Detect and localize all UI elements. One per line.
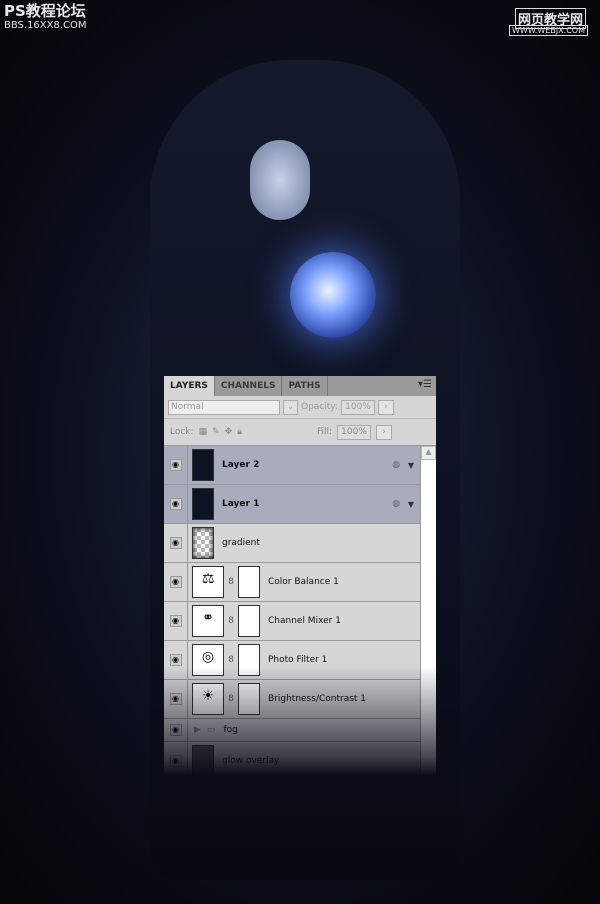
- scrollbar[interactable]: ▲: [420, 446, 436, 776]
- layer-mask[interactable]: [238, 683, 260, 715]
- chevron-down-icon[interactable]: ▼: [408, 500, 414, 509]
- visibility-toggle[interactable]: ◉: [164, 602, 188, 640]
- visibility-toggle[interactable]: ◉: [164, 719, 188, 741]
- camera-icon: ◎: [192, 644, 224, 676]
- tab-channels[interactable]: CHANNELS: [215, 376, 283, 396]
- tab-paths[interactable]: PATHS: [282, 376, 328, 396]
- layer-row[interactable]: ◉ Layer 1 ◍ ▼: [164, 485, 420, 524]
- eye-icon: ◉: [169, 755, 182, 767]
- fill-label: Fill:: [316, 427, 333, 437]
- expand-triangle-icon[interactable]: ▶: [194, 725, 201, 735]
- link-icon[interactable]: 8: [227, 655, 235, 665]
- eye-icon: ◉: [169, 615, 182, 627]
- visibility-toggle[interactable]: ◉: [164, 680, 188, 718]
- layer-row[interactable]: ◉ Layer 2 ◍ ▼: [164, 446, 420, 485]
- eye-icon: ◉: [169, 576, 182, 588]
- sun-icon: ☀: [192, 683, 224, 715]
- layer-row[interactable]: ◉ gradient: [164, 524, 420, 563]
- layer-name: glow overlay: [222, 756, 280, 766]
- link-icon[interactable]: 8: [227, 694, 235, 704]
- lock-all-icon[interactable]: 🔒︎: [237, 427, 242, 437]
- visibility-toggle[interactable]: ◉: [164, 524, 188, 562]
- eye-icon: ◉: [169, 693, 182, 705]
- fill-input[interactable]: 100%: [337, 424, 372, 440]
- watermark-right-url: WWW.WEBJX.COM: [509, 25, 588, 36]
- layer-name: gradient: [222, 538, 260, 548]
- layer-group-row[interactable]: ◉ ▶ ▭ fog: [164, 719, 420, 742]
- layer-row[interactable]: ◉ glow overlay: [164, 742, 420, 781]
- fill-slider-button[interactable]: ›: [376, 424, 393, 440]
- opacity-label: Opacity:: [301, 402, 338, 412]
- layer-name: Layer 2: [222, 460, 260, 470]
- lock-image-icon[interactable]: ✎: [212, 427, 220, 437]
- photo-glowing-orb: [290, 252, 376, 338]
- chevron-down-icon[interactable]: ⌄: [283, 399, 298, 415]
- layer-thumbnail: [192, 527, 214, 559]
- photo-face: [250, 140, 310, 220]
- scales-icon: ⚖: [192, 566, 224, 598]
- layer-mask[interactable]: [238, 644, 260, 676]
- layer-mask[interactable]: [238, 605, 260, 637]
- eye-icon: ◉: [169, 498, 182, 510]
- layer-name: Brightness/Contrast 1: [268, 694, 367, 704]
- layer-name: Layer 1: [222, 499, 260, 509]
- panel-tabs: LAYERS CHANNELS PATHS ▾☰: [164, 376, 436, 396]
- layer-row[interactable]: ◉ ⚖ 8 Color Balance 1: [164, 563, 420, 602]
- layer-name: fog: [223, 725, 238, 735]
- layer-style-icon[interactable]: ◍: [392, 499, 400, 509]
- layer-row[interactable]: ◉ ◎ 8 Photo Filter 1: [164, 641, 420, 680]
- layers-panel: LAYERS CHANNELS PATHS ▾☰ Normal ⌄ Opacit…: [164, 376, 436, 781]
- visibility-toggle[interactable]: ◉: [164, 742, 188, 780]
- lock-transparency-icon[interactable]: ▦: [199, 427, 208, 437]
- layer-name: Channel Mixer 1: [268, 616, 341, 626]
- layer-style-icon[interactable]: ◍: [392, 460, 400, 470]
- panel-menu-icon[interactable]: ▾☰: [418, 379, 432, 390]
- layer-name: Color Balance 1: [268, 577, 339, 587]
- link-icon[interactable]: 8: [227, 616, 235, 626]
- eye-icon: ◉: [169, 459, 182, 471]
- tab-layers[interactable]: LAYERS: [164, 376, 215, 396]
- layer-thumbnail: [192, 449, 214, 481]
- lock-label: Lock:: [170, 427, 194, 437]
- visibility-toggle[interactable]: ◉: [164, 446, 188, 484]
- layer-row[interactable]: ◉ ⚭ 8 Channel Mixer 1: [164, 602, 420, 641]
- opacity-input[interactable]: 100%: [341, 399, 375, 415]
- folder-icon: ▭: [206, 725, 216, 735]
- eye-icon: ◉: [169, 654, 182, 666]
- visibility-toggle[interactable]: ◉: [164, 485, 188, 523]
- layer-mask[interactable]: [238, 566, 260, 598]
- layer-name: Photo Filter 1: [268, 655, 328, 665]
- layer-row[interactable]: ◉ ☀ 8 Brightness/Contrast 1: [164, 680, 420, 719]
- chevron-down-icon[interactable]: ▼: [408, 461, 414, 470]
- layer-thumbnail: [192, 488, 214, 520]
- watermark-title: PS教程论坛: [4, 2, 86, 20]
- visibility-toggle[interactable]: ◉: [164, 641, 188, 679]
- watermark-url: BBS.16XX8.COM: [4, 20, 87, 31]
- opacity-slider-button[interactable]: ›: [378, 399, 394, 415]
- layer-list: ◉ Layer 2 ◍ ▼ ◉ Layer 1 ◍ ▼ ◉ gradient ◉ ⚖…: [164, 446, 420, 781]
- circles-icon: ⚭: [192, 605, 224, 637]
- lock-position-icon[interactable]: ✥: [225, 427, 233, 437]
- layer-thumbnail: [192, 745, 214, 777]
- blend-mode-select[interactable]: Normal: [168, 399, 280, 415]
- eye-icon: ◉: [169, 537, 182, 549]
- eye-icon: ◉: [169, 724, 182, 736]
- scroll-up-icon[interactable]: ▲: [421, 446, 436, 460]
- link-icon[interactable]: 8: [227, 577, 235, 587]
- visibility-toggle[interactable]: ◉: [164, 563, 188, 601]
